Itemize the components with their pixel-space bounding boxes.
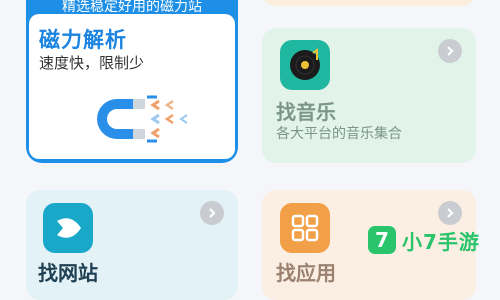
find-website-card[interactable]: 找网站 <box>26 190 238 300</box>
vinyl-music-icon <box>280 40 330 90</box>
magnet-title: 磁力解析 <box>39 28 127 52</box>
chevron-right-icon[interactable] <box>438 39 462 63</box>
music-subtitle: 各大平台的音乐集合 <box>276 126 402 142</box>
find-music-card[interactable]: 找音乐 各大平台的音乐集合 <box>262 28 476 163</box>
magnet-subtitle: 速度快，限制少 <box>39 54 145 72</box>
magnet-card-body: 磁力解析 速度快，限制少 <box>29 14 235 159</box>
magnet-icon <box>97 95 188 143</box>
app-title: 找应用 <box>276 261 336 285</box>
fish-icon <box>43 203 93 253</box>
magnet-parse-card[interactable]: 精选稳定好用的磁力站 磁力解析 速度快，限制少 <box>26 0 238 163</box>
watermark-logo-icon: 7 <box>368 226 396 254</box>
site-watermark: 7 小7手游 <box>368 225 480 255</box>
music-title: 找音乐 <box>276 100 336 124</box>
watermark-text: 小7手游 <box>402 229 480 254</box>
chevron-right-icon[interactable] <box>438 201 462 225</box>
app-grid-icon <box>280 203 330 253</box>
website-title: 找网站 <box>38 261 98 285</box>
chevron-right-icon[interactable] <box>200 201 224 225</box>
top-right-card[interactable] <box>262 0 476 6</box>
